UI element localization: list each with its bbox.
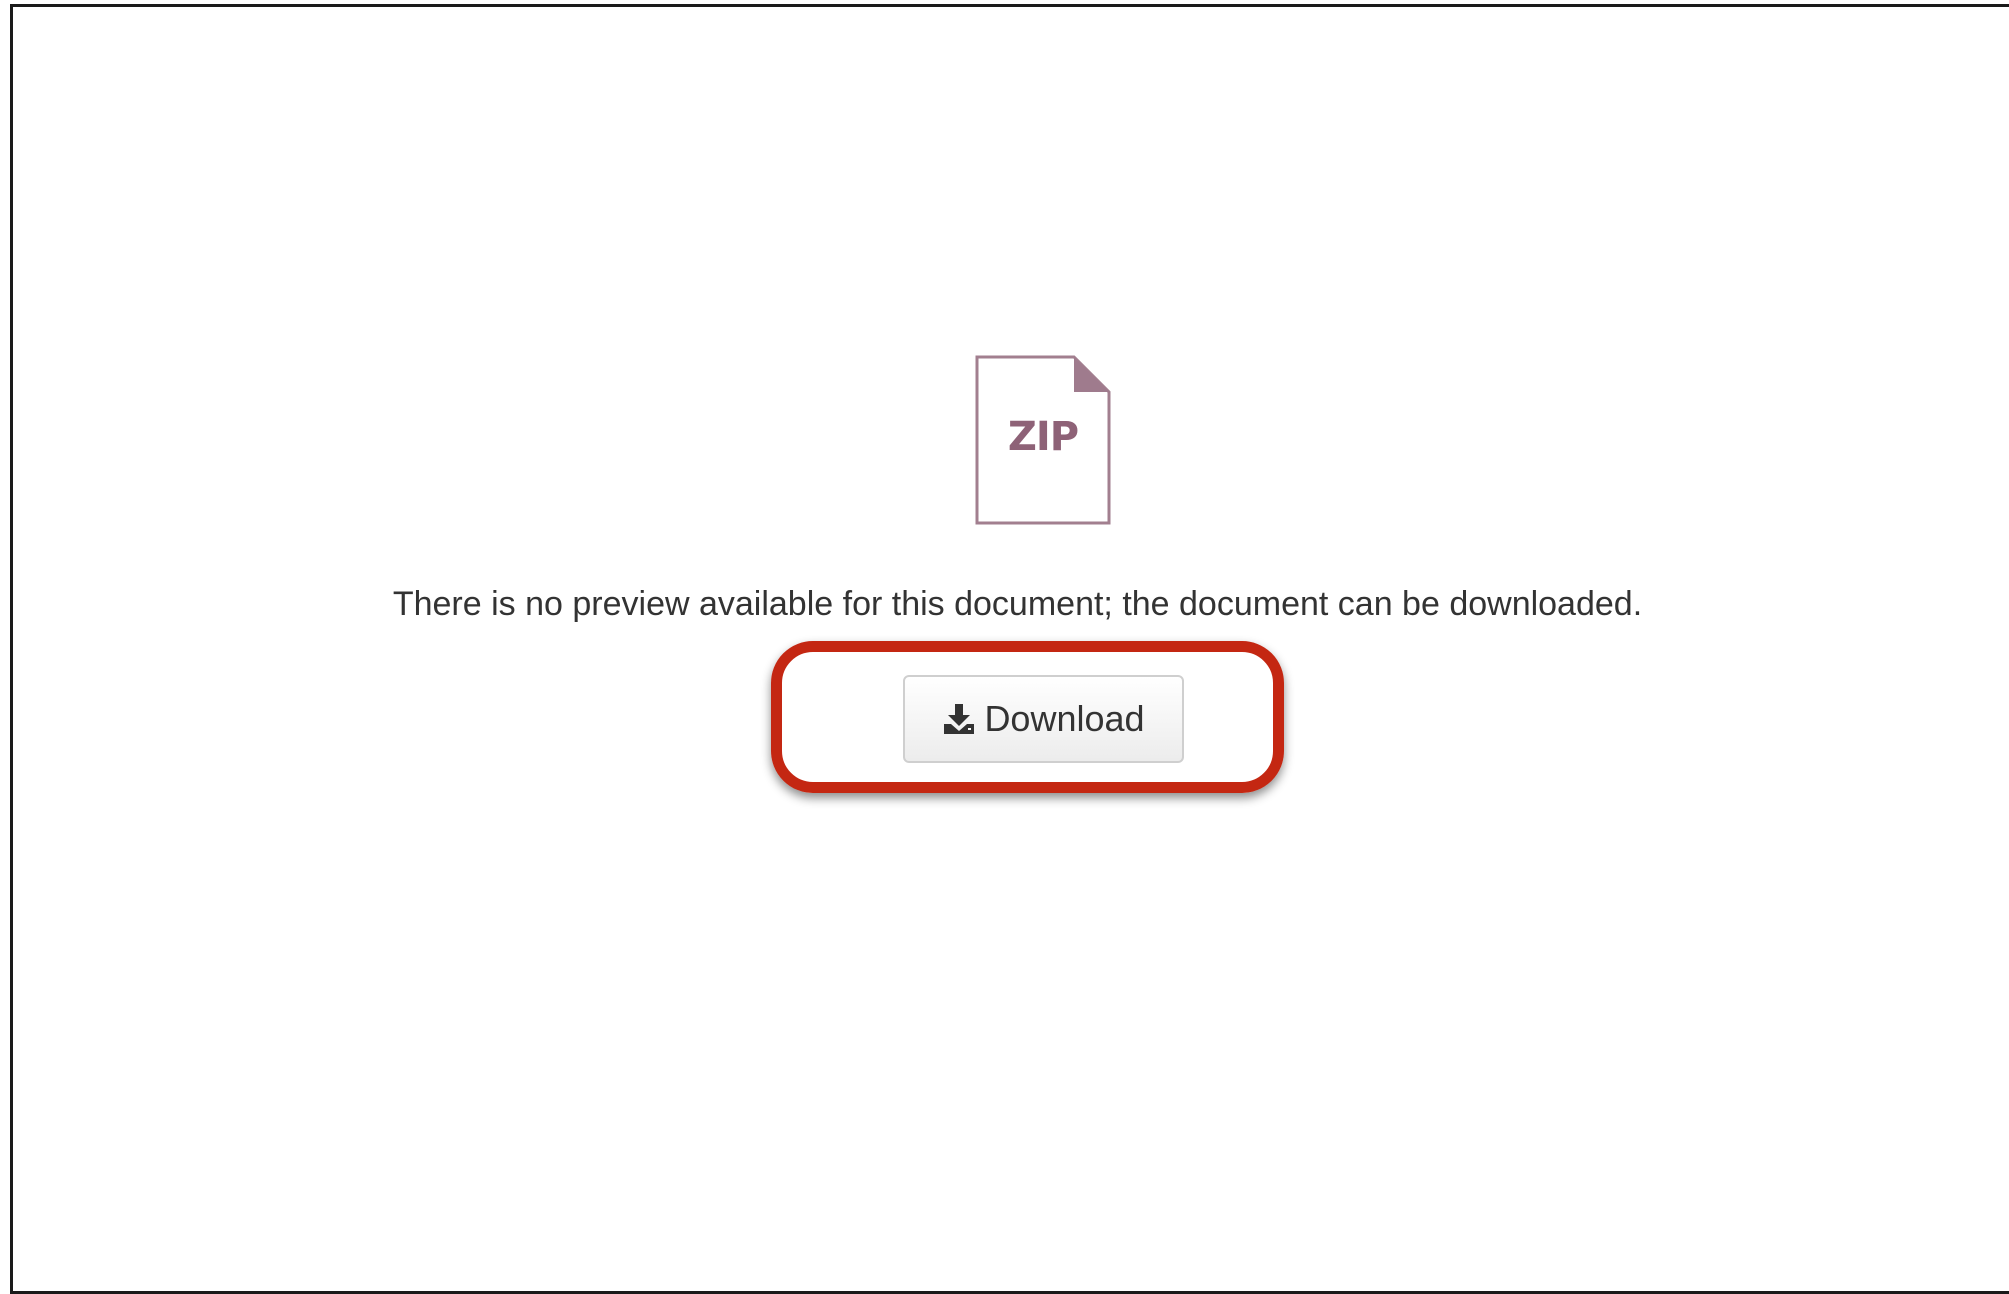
- download-icon: [942, 702, 976, 736]
- file-type-label: ZIP: [1007, 414, 1079, 460]
- zip-file-icon: ZIP: [974, 354, 1112, 526]
- document-preview-frame: ZIP There is no preview available for th…: [10, 4, 2009, 1294]
- no-preview-message: There is no preview available for this d…: [392, 585, 1643, 623]
- download-button-label: Download: [984, 698, 1145, 739]
- download-button[interactable]: Download: [903, 675, 1184, 763]
